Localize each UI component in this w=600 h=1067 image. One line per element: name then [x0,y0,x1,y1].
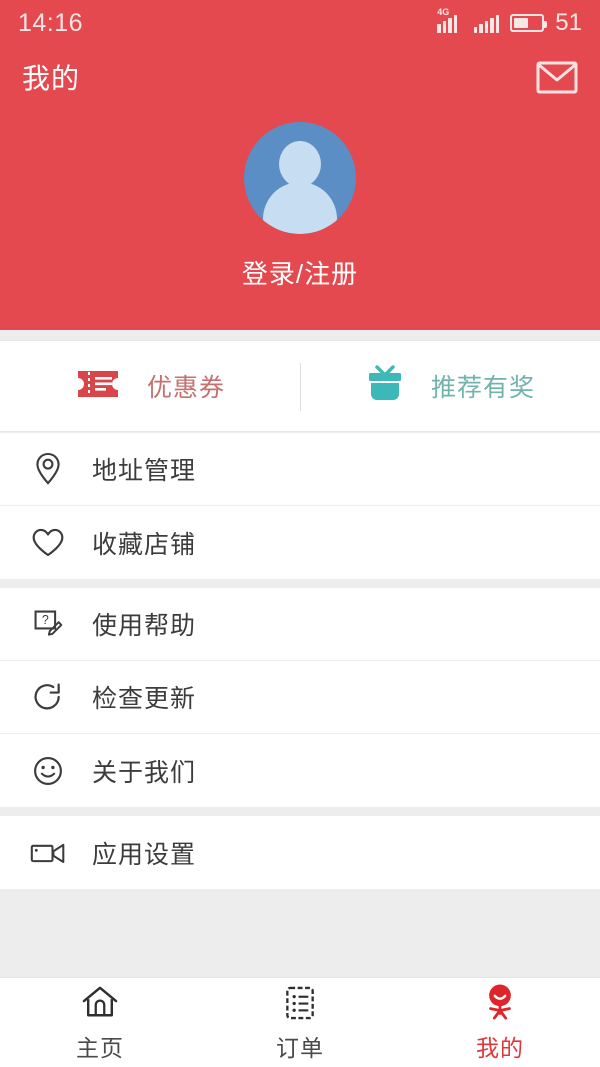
menu-item-address[interactable]: 地址管理 [0,433,600,506]
menu-item-favorite-shops-label: 收藏店铺 [92,530,197,559]
profile-person-icon [483,982,517,1022]
battery-percent-label: 51 [555,9,582,36]
quick-action-referral-label: 推荐有奖 [430,374,535,402]
help-note-pencil-icon: ? [28,604,68,644]
menu-item-help[interactable]: ? 使用帮助 [0,588,600,661]
network-type-label: 4G [437,7,450,17]
nav-tab-orders[interactable]: 订单 [200,978,400,1067]
nav-tab-home-label: 主页 [76,1035,124,1061]
quick-action-coupon-label: 优惠券 [146,374,225,402]
smiley-face-icon [28,751,68,791]
quick-action-referral[interactable]: 推荐有奖 [300,341,600,431]
menu-item-favorite-shops[interactable]: 收藏店铺 [0,506,600,579]
profile-block[interactable]: 登录/注册 [0,122,600,291]
menu-item-help-label: 使用帮助 [92,612,197,640]
title-bar: 我的 [0,46,600,108]
refresh-circular-arrow-icon [28,677,68,717]
menu-item-app-settings[interactable]: 应用设置 [0,816,600,889]
page-title: 我的 [22,63,81,94]
menu-item-about-us-label: 关于我们 [92,758,197,787]
location-pin-icon [28,449,68,489]
mail-envelope-icon[interactable] [536,61,578,94]
menu-item-check-update-label: 检查更新 [92,685,197,713]
menu-group-3: 应用设置 [0,816,600,889]
app-screen: 14:16 4G 51 我的 登录/注册 优惠券 推荐有奖 地址管理 收藏店铺 … [0,0,600,1067]
avatar-body [263,182,337,234]
menu-group-separator-1 [0,579,600,588]
status-bar: 14:16 4G 51 [0,0,600,46]
gift-box-icon [365,364,405,408]
coupon-ticket-icon [75,367,121,406]
status-indicators: 4G 51 [437,8,582,37]
menu-group-1: 地址管理 收藏店铺 [0,433,600,579]
nav-tab-home[interactable]: 主页 [0,978,200,1067]
nav-tab-orders-label: 订单 [276,1035,324,1061]
home-icon [81,982,119,1022]
menu-item-app-settings-label: 应用设置 [92,840,197,869]
heart-icon [28,523,68,563]
status-time: 14:16 [18,8,84,37]
quick-actions-bar: 优惠券 推荐有奖 [0,340,600,432]
menu-item-about-us[interactable]: 关于我们 [0,734,600,807]
login-register-label[interactable]: 登录/注册 [0,254,600,291]
signal-bars-4g-icon: 4G [437,8,463,33]
quick-action-coupon[interactable]: 优惠券 [0,341,300,431]
order-list-clipboard-icon [284,982,316,1022]
svg-text:?: ? [42,613,49,627]
battery-icon [510,14,548,32]
avatar-head [279,141,321,187]
signal-bars-icon [473,13,500,33]
menu-list: 地址管理 收藏店铺 ? 使用帮助 检查更新 关于我们 应用设置 [0,433,600,889]
menu-item-address-label: 地址管理 [92,457,197,485]
nav-tab-profile-label: 我的 [476,1035,524,1061]
menu-group-separator-2 [0,807,600,816]
spacer-above-quick-actions [0,330,600,340]
content-filler [0,893,600,978]
nav-tab-profile[interactable]: 我的 [400,978,600,1067]
menu-group-2: ? 使用帮助 检查更新 关于我们 [0,588,600,807]
video-camera-icon [28,833,68,873]
bottom-navigation-bar: 主页 订单 我的 [0,977,600,1067]
menu-item-check-update[interactable]: 检查更新 [0,661,600,734]
user-avatar-placeholder[interactable] [244,122,356,234]
header-panel: 14:16 4G 51 我的 登录/注册 [0,0,600,330]
